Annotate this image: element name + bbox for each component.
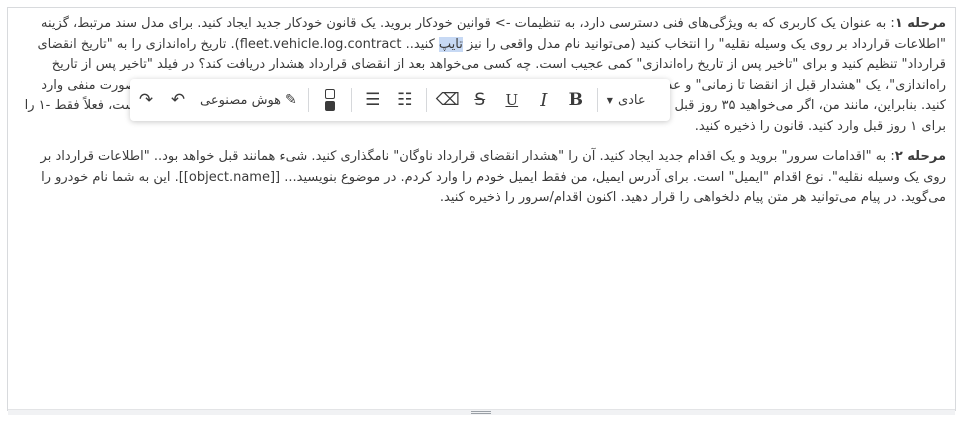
checklist-icon <box>324 89 335 111</box>
bullet-list-icon: ☷ <box>397 90 413 110</box>
paragraph-style-dropdown[interactable]: ▼ عادی <box>603 85 650 115</box>
ai-label: هوش مصنوعی <box>200 92 282 108</box>
redo-button[interactable]: ↷ <box>130 85 162 115</box>
italic-button[interactable]: I <box>528 85 560 115</box>
toolbar-divider <box>425 88 427 112</box>
undo-button[interactable]: ↶ <box>162 85 194 115</box>
eraser-icon: ⌫ <box>435 90 460 110</box>
selected-text[interactable]: تایپ <box>438 36 463 52</box>
bold-icon: B <box>568 90 583 110</box>
remove-format-button[interactable]: ⌫ <box>432 85 464 115</box>
strikethrough-icon: S <box>474 90 486 110</box>
numbered-list-button[interactable]: ☰ <box>357 85 389 115</box>
strikethrough-button[interactable]: S <box>464 85 496 115</box>
toolbar-divider <box>307 88 309 112</box>
style-label: عادی <box>617 92 646 108</box>
checklist-button[interactable] <box>314 85 346 115</box>
html-editor[interactable]: مرحله ۱: به عنوان یک کاربری که به ویژگی‌… <box>7 7 956 415</box>
floating-format-toolbar: ↷ ↶ هوش مصنوعی ✎ ☰ ☷ ⌫ S U I B ▼ عادی <box>130 79 670 121</box>
bold-button[interactable]: B <box>560 85 592 115</box>
undo-icon: ↶ <box>170 90 186 110</box>
step-1-label: مرحله ۱ <box>894 16 946 31</box>
magic-pen-icon: ✎ <box>285 92 297 108</box>
italic-icon: I <box>540 89 548 111</box>
resize-handle[interactable] <box>8 409 955 415</box>
numbered-list-icon: ☰ <box>365 90 381 110</box>
bullet-list-button[interactable]: ☷ <box>389 85 421 115</box>
underline-button[interactable]: U <box>496 85 528 115</box>
resize-grip-icon[interactable] <box>471 411 491 414</box>
toolbar-divider <box>350 88 352 112</box>
underline-icon: U <box>505 91 519 109</box>
caret-down-icon: ▼ <box>606 95 613 105</box>
step-2-label: مرحله ۲ <box>894 149 946 164</box>
paragraph-step-2: مرحله ۲: به "اقدامات سرور" بروید و یک اق… <box>20 147 946 209</box>
toolbar-divider <box>596 88 598 112</box>
step-2-text: : به "اقدامات سرور" بروید و یک اقدام جدی… <box>40 149 946 205</box>
redo-icon: ↷ <box>138 90 154 110</box>
ai-button[interactable]: هوش مصنوعی ✎ <box>194 85 303 115</box>
